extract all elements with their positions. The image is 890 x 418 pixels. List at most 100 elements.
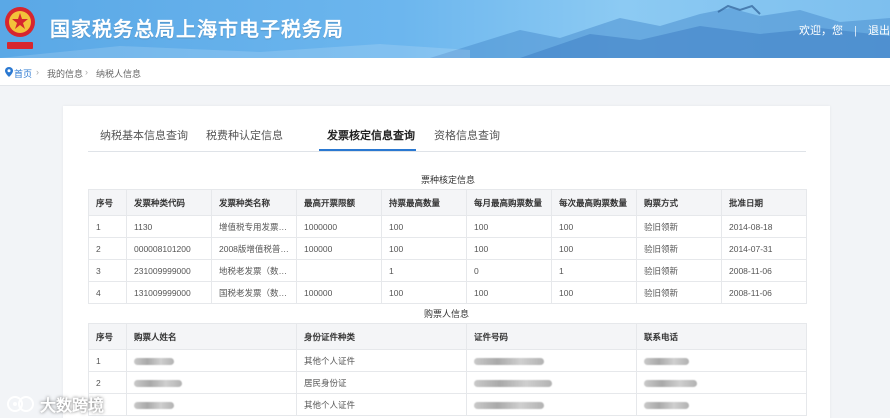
watermark-logo-icon [7, 396, 34, 412]
tab-bar: 纳税基本信息查询 税费种认定信息 发票核定信息查询 资格信息查询 [88, 123, 806, 152]
table-cell: 2 [88, 371, 127, 394]
table-cell: 100 [381, 215, 467, 238]
redacted-value [134, 357, 174, 365]
location-pin-icon [5, 67, 13, 77]
redacted-value [644, 379, 697, 387]
table-cell: 0 [466, 259, 552, 282]
table-row: 2 000008101200 2008版增值税普… 100000 100 100 100 验旧… [88, 237, 807, 260]
table-cell [636, 393, 807, 416]
site-title: 国家税务总局上海市电子税务局 [50, 17, 344, 41]
buyer-table-body: 1 其他个人证件 2 居民身份证 3 其他个人证件 [88, 349, 807, 416]
site-header: 国家税务总局上海市电子税务局 欢迎，您 | 退出 [0, 0, 890, 58]
redacted-value [474, 401, 544, 409]
breadcrumb-my-info[interactable]: 我的信息 [47, 67, 83, 80]
table-cell: 4 [88, 281, 127, 304]
tab-tax-type[interactable]: 税费种认定信息 [206, 127, 283, 143]
column-header: 批准日期 [721, 189, 807, 216]
table-cell: 1 [551, 259, 637, 282]
tab-invoice-approval[interactable]: 发票核定信息查询 [327, 127, 415, 143]
table-cell: 100 [551, 281, 637, 304]
content-panel: 纳税基本信息查询 税费种认定信息 发票核定信息查询 资格信息查询 票种核定信息 … [63, 106, 830, 418]
table-cell: 000008101200 [126, 237, 212, 260]
redacted-value [134, 401, 174, 409]
active-tab-indicator [319, 149, 416, 151]
table-cell [466, 371, 637, 394]
table-cell: 2014-08-18 [721, 215, 807, 238]
invoice-table-body: 1 1130 增值税专用发票… 1000000 100 100 100 验旧领新 2014-08… [88, 215, 807, 304]
table-cell: 1 [88, 215, 127, 238]
column-header: 序号 [88, 189, 127, 216]
table-cell: 231009999000 [126, 259, 212, 282]
table-cell: 1 [381, 259, 467, 282]
column-header: 发票种类名称 [211, 189, 297, 216]
table-cell: 100 [551, 237, 637, 260]
logout-link[interactable]: 退出 [868, 25, 890, 37]
buyer-section-title: 购票人信息 [424, 309, 470, 319]
table-cell [126, 349, 297, 372]
table-cell [296, 259, 382, 282]
table-cell: 3 [88, 259, 127, 282]
table-row: 2 居民身份证 [88, 371, 807, 394]
breadcrumb-home[interactable]: 首页 [14, 67, 32, 80]
table-cell: 验旧领新 [636, 237, 722, 260]
table-cell: 2008-11-06 [721, 259, 807, 282]
table-cell [466, 349, 637, 372]
table-cell: 验旧领新 [636, 281, 722, 304]
column-header: 每月最高购票数量 [466, 189, 552, 216]
tab-basic-info[interactable]: 纳税基本信息查询 [100, 127, 188, 143]
redacted-value [644, 357, 689, 365]
table-cell: 1130 [126, 215, 212, 238]
redacted-value [474, 357, 544, 365]
table-cell [126, 393, 297, 416]
table-cell: 1 [88, 349, 127, 372]
table-cell [466, 393, 637, 416]
table-row: 3 其他个人证件 [88, 393, 807, 416]
column-header: 每次最高购票数量 [551, 189, 637, 216]
table-cell: 验旧领新 [636, 259, 722, 282]
table-cell: 100 [466, 281, 552, 304]
column-header: 发票种类代码 [126, 189, 212, 216]
column-header: 序号 [88, 323, 127, 350]
buyer-header-row: 序号 购票人姓名 身份证件种类 证件号码 联系电话 [88, 323, 807, 350]
table-row: 1 1130 增值税专用发票… 1000000 100 100 100 验旧领新 2014-08… [88, 215, 807, 238]
table-cell [636, 349, 807, 372]
table-cell: 2014-07-31 [721, 237, 807, 260]
breadcrumb: 首页 › 我的信息 › 纳税人信息 [0, 58, 890, 86]
redacted-value [134, 379, 182, 387]
table-cell: 2 [88, 237, 127, 260]
buyer-table: 序号 购票人姓名 身份证件种类 证件号码 联系电话 1 其他个人证件 2 居民身份证 3 其他个人… [88, 323, 807, 416]
column-header: 联系电话 [636, 323, 807, 350]
table-cell: 居民身份证 [296, 371, 467, 394]
table-cell: 100 [466, 215, 552, 238]
redacted-value [474, 379, 552, 387]
column-header: 身份证件种类 [296, 323, 467, 350]
tab-qualification[interactable]: 资格信息查询 [434, 127, 500, 143]
table-cell [126, 371, 297, 394]
column-header: 最高开票限额 [296, 189, 382, 216]
table-cell: 100 [381, 281, 467, 304]
user-area: 欢迎，您 | 退出 [799, 22, 890, 38]
table-cell: 1000000 [296, 215, 382, 238]
table-cell: 其他个人证件 [296, 393, 467, 416]
table-cell: 100 [381, 237, 467, 260]
redacted-value [644, 401, 689, 409]
table-cell: 地税老发票（数… [211, 259, 297, 282]
table-cell: 国税老发票（数… [211, 281, 297, 304]
table-cell: 2008版增值税普… [211, 237, 297, 260]
table-cell: 131009999000 [126, 281, 212, 304]
table-cell: 其他个人证件 [296, 349, 467, 372]
column-header: 证件号码 [466, 323, 637, 350]
header-separator: | [854, 25, 857, 37]
table-cell: 增值税专用发票… [211, 215, 297, 238]
watermark-text: 大数跨境 [40, 398, 105, 415]
invoice-table: 序号 发票种类代码 发票种类名称 最高开票限额 持票最高数量 每月最高购票数量 每次最高购票… [88, 189, 807, 304]
table-cell: 100 [466, 237, 552, 260]
table-cell [636, 371, 807, 394]
chevron-right-icon: › [85, 67, 88, 77]
table-row: 3 231009999000 地税老发票（数… 1 0 1 验旧领新 2008-11-06 [88, 259, 807, 282]
table-cell: 验旧领新 [636, 215, 722, 238]
tax-emblem-logo [5, 7, 35, 49]
table-cell: 100000 [296, 281, 382, 304]
column-header: 购票人姓名 [126, 323, 297, 350]
table-row: 4 131009999000 国税老发票（数… 100000 100 100 100 验旧领新… [88, 281, 807, 304]
